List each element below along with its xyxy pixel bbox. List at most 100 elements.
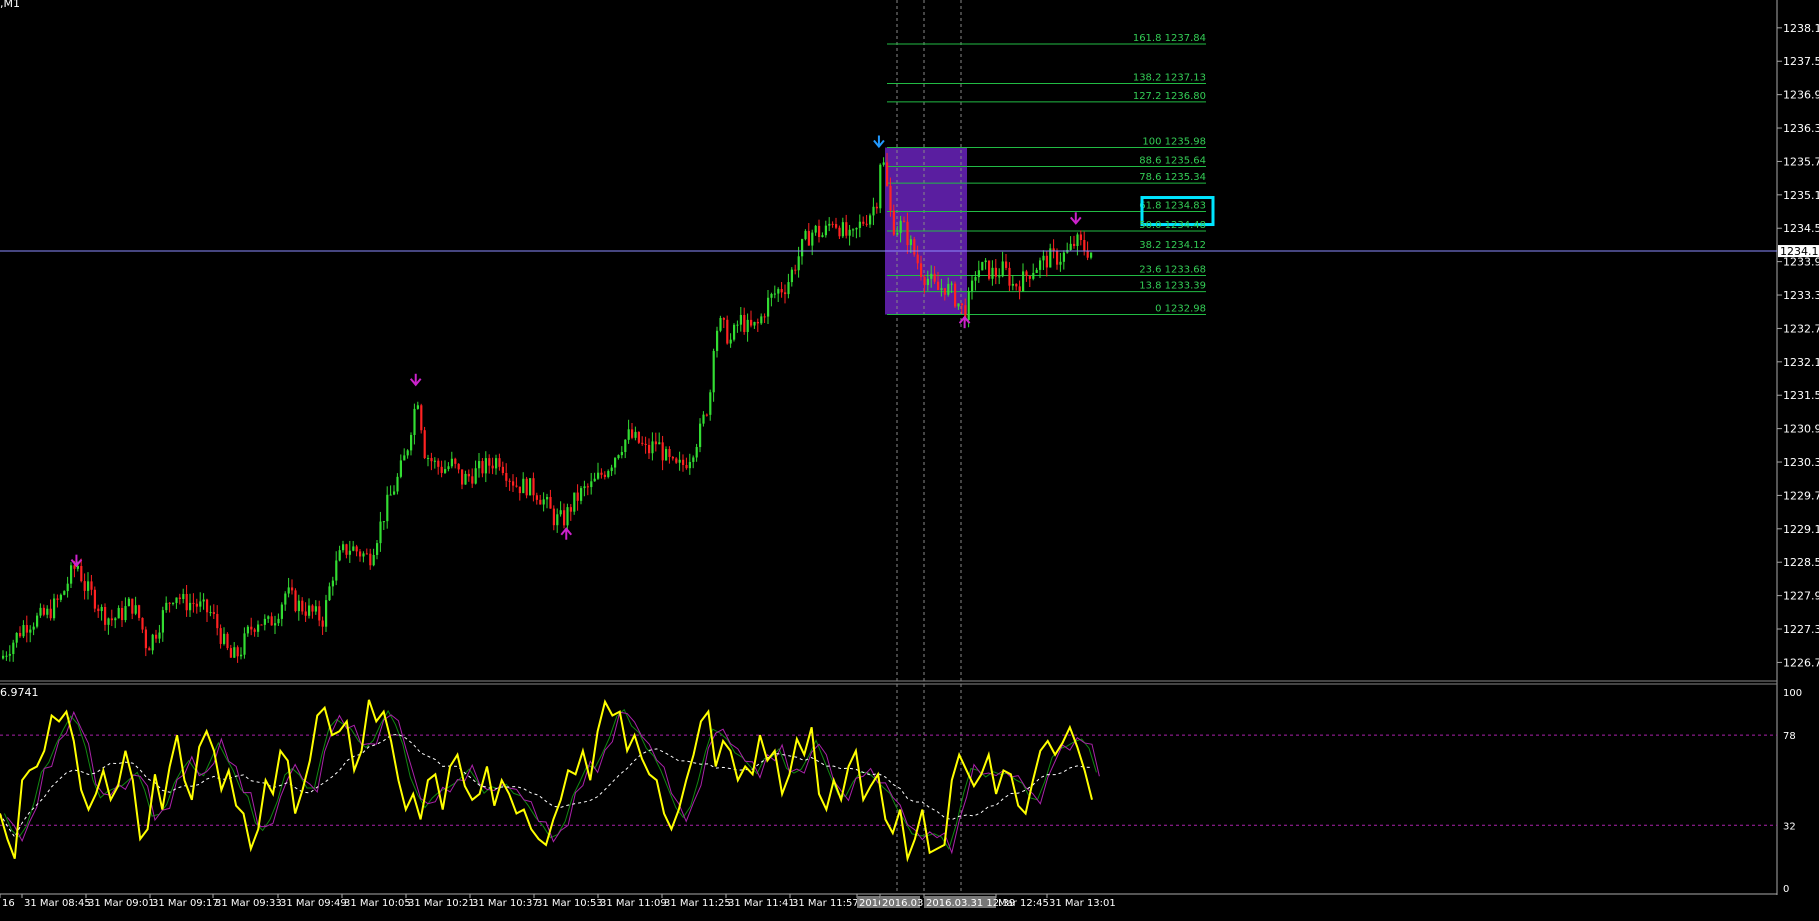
candle-body — [923, 277, 926, 286]
candle-body — [607, 471, 610, 477]
candle-body — [386, 494, 389, 522]
candle-body — [573, 492, 576, 512]
candle-body — [947, 283, 950, 295]
candle-body — [974, 277, 977, 281]
candle-body — [29, 629, 32, 633]
candle-body — [546, 496, 549, 500]
candle-body — [352, 546, 355, 551]
candle-body — [399, 460, 402, 477]
candle-body — [155, 634, 158, 639]
candle-body — [821, 235, 824, 238]
candle-body — [665, 449, 668, 461]
candle-body — [175, 597, 178, 603]
candle-body — [49, 608, 52, 619]
symbol-label: ,M1 — [0, 0, 20, 10]
candle-body — [637, 431, 640, 443]
candle-body — [716, 330, 719, 351]
price-tick-label: 1229.13 — [1783, 523, 1819, 536]
indicator-value-label: 6.9741 — [0, 686, 39, 699]
oscillator-tick-label: 0 — [1783, 884, 1789, 895]
candle-body — [461, 469, 464, 485]
candle-body — [274, 623, 277, 626]
time-tick-label: 31 Mar 09:49 — [280, 898, 347, 909]
candle-body — [719, 317, 722, 331]
candle-body — [110, 618, 113, 621]
candle-body — [491, 465, 494, 469]
candle-body — [828, 223, 831, 226]
time-axis[interactable]: 16 31 Mar 08:4531 Mar 09:0131 Mar 09:1731… — [0, 894, 1116, 909]
candle-body — [263, 618, 266, 625]
candle-body — [576, 492, 579, 501]
chart-canvas: 161.8 1237.84 138.2 1237.13 127.2 1236.80 1… — [0, 0, 1819, 909]
candle-body — [858, 221, 861, 228]
candle-body — [886, 162, 889, 186]
candle-body — [583, 486, 586, 489]
candle-body — [831, 223, 834, 225]
candle-body — [481, 461, 484, 474]
candle-body — [501, 466, 504, 473]
candle-body — [83, 581, 86, 591]
candle-body — [726, 319, 729, 344]
candle-body — [631, 429, 634, 438]
candle-body — [389, 494, 392, 496]
candle-body — [1008, 267, 1011, 286]
candle-body — [240, 654, 243, 657]
price-axis[interactable]: 1238.13 1237.53 1236.93 1236.33 1235.73 1235.… — [1777, 22, 1819, 670]
candle-body — [253, 629, 256, 632]
candle-body — [219, 628, 222, 644]
candle-body — [369, 553, 372, 566]
candle-body — [705, 414, 708, 416]
time-tick-label: 31 Mar 08:45 — [24, 898, 91, 909]
candle-body — [991, 267, 994, 279]
candle-body — [19, 632, 22, 637]
candle-body — [450, 458, 453, 467]
candle-body — [913, 239, 916, 255]
candle-body — [869, 215, 872, 225]
candle-body — [818, 225, 821, 238]
candle-body — [318, 606, 321, 621]
candle-body — [580, 488, 583, 501]
candle-body — [148, 648, 151, 651]
candle-body — [841, 222, 844, 237]
candle-body — [484, 458, 487, 474]
candle-body — [977, 270, 980, 278]
candle-body — [168, 602, 171, 604]
candle-body — [1018, 286, 1021, 292]
candle-body — [420, 405, 423, 431]
candle-body — [117, 607, 120, 619]
candle-body — [1025, 271, 1028, 276]
candle-body — [532, 478, 535, 496]
time-tick-label: 31 Mar 10:37 — [472, 898, 539, 909]
candle-body — [1028, 275, 1031, 279]
candle-body — [926, 278, 929, 286]
candle-body — [957, 303, 960, 307]
candle-body — [505, 472, 508, 481]
candle-body — [906, 221, 909, 246]
candle-body — [447, 466, 450, 470]
candle-body — [104, 607, 107, 625]
candle-body — [518, 486, 521, 494]
candle-body — [97, 608, 100, 612]
candle-body — [525, 478, 528, 496]
candle-body — [376, 543, 379, 555]
candle-body — [379, 521, 382, 544]
candle-body — [474, 468, 477, 484]
price-tick-label: 1231.53 — [1783, 389, 1819, 402]
fib-level-label: 50.0 1234.48 — [1139, 220, 1206, 231]
candle-body — [620, 452, 623, 456]
candle-body — [267, 616, 270, 619]
fib-level-label: 23.6 1233.68 — [1139, 265, 1206, 276]
candle-body — [444, 469, 447, 473]
candle-body — [838, 227, 841, 237]
candle-body — [223, 633, 226, 644]
candle-body — [1011, 283, 1014, 286]
time-tick-label: 31 Mar 11:25 — [664, 898, 731, 909]
candle-body — [1032, 272, 1035, 279]
candle-body — [236, 647, 239, 657]
candle-body — [773, 293, 776, 295]
candle-body — [1042, 255, 1045, 261]
time-tick-label: 31 Mar 09:01 — [88, 898, 155, 909]
candle-body — [512, 481, 515, 486]
candle-body — [804, 230, 807, 240]
candle-body — [835, 224, 838, 228]
